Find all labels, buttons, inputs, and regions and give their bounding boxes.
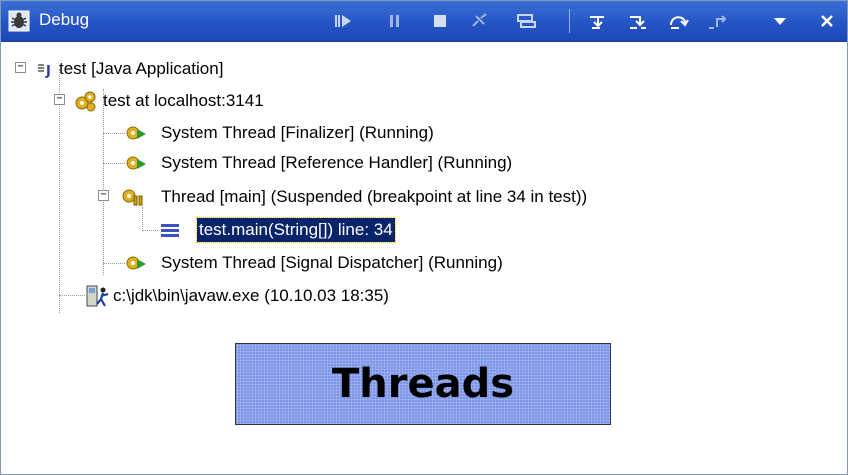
running-thread-icon (125, 253, 147, 273)
process-label: c:\jdk\bin\javaw.exe (10.10.03 18:35) (113, 286, 389, 305)
tree-item-target[interactable]: test at localhost:3141 (1, 89, 401, 113)
tree-item-process[interactable]: c:\jdk\bin\javaw.exe (10.10.03 18:35) (1, 284, 521, 308)
thread-label: Thread [main] (Suspended (breakpoint at … (161, 187, 588, 206)
view-menu-icon[interactable] (769, 11, 791, 31)
suspended-thread-icon (121, 187, 143, 207)
running-thread-icon (125, 123, 147, 143)
thread-label: System Thread [Reference Handler] (Runni… (161, 153, 513, 172)
terminate-icon[interactable] (429, 11, 451, 31)
callout-label: Threads (331, 361, 515, 407)
thread-label: System Thread [Signal Dispatcher] (Runni… (161, 253, 503, 272)
toolbar-separator (569, 9, 570, 33)
suspend-icon[interactable] (384, 11, 406, 31)
view-title: Debug (39, 10, 90, 29)
debug-view: Debug − J test [Java Application] − test… (0, 0, 848, 475)
threads-callout: Threads (235, 343, 611, 425)
svg-text:J: J (45, 64, 51, 79)
view-title-bar: Debug (1, 1, 847, 42)
step-over-icon[interactable] (627, 11, 649, 31)
step-return-icon[interactable] (667, 11, 689, 31)
thread-label: System Thread [Finalizer] (Running) (161, 123, 434, 142)
tree-item-thread[interactable]: System Thread [Signal Dispatcher] (Runni… (1, 251, 621, 275)
drop-to-frame-icon[interactable] (707, 11, 729, 31)
running-thread-icon (125, 153, 147, 173)
close-icon[interactable] (816, 11, 838, 31)
tree-connector (103, 89, 104, 275)
remove-terminated-icon[interactable] (515, 11, 537, 31)
stack-frame-label: test.main(String[]) line: 34 (196, 217, 396, 243)
process-icon (85, 284, 111, 308)
debug-bug-icon (8, 10, 30, 32)
step-into-icon[interactable] (588, 11, 610, 31)
tree-item-thread[interactable]: System Thread [Reference Handler] (Runni… (1, 151, 621, 175)
tree-item-stack-frame[interactable]: test.main(String[]) line: 34 (1, 217, 471, 243)
tree-item-thread[interactable]: System Thread [Finalizer] (Running) (1, 121, 561, 145)
resume-icon[interactable] (332, 11, 354, 31)
tree-item-thread-main[interactable]: Thread [main] (Suspended (breakpoint at … (1, 185, 721, 209)
debug-target-icon (73, 89, 99, 113)
tree-item-launch[interactable]: J test [Java Application] (1, 57, 401, 81)
launch-label: test [Java Application] (59, 59, 224, 78)
java-application-icon: J (35, 59, 57, 79)
disconnect-icon[interactable] (469, 11, 491, 31)
stack-frame-icon (159, 220, 181, 240)
target-label: test at localhost:3141 (103, 91, 264, 110)
